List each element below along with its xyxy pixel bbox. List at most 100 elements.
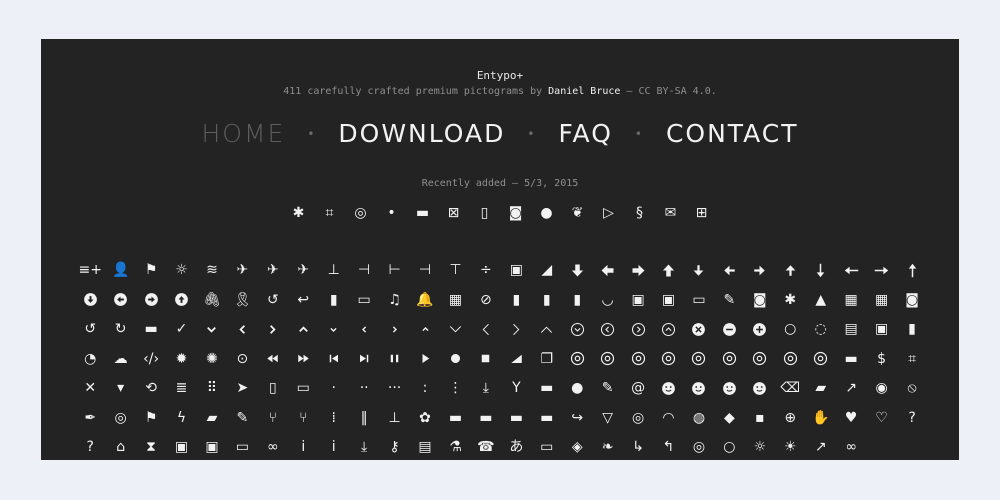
- info-icon[interactable]: i: [288, 438, 318, 456]
- export-icon[interactable]: ↗: [836, 379, 866, 397]
- creative-commons-public-domain-icon[interactable]: [714, 350, 744, 368]
- help-with-circle-icon[interactable]: ?: [75, 438, 105, 456]
- edit-icon[interactable]: ✎: [592, 379, 622, 397]
- add-to-list-icon[interactable]: ≡+: [75, 261, 105, 279]
- back-in-time-icon[interactable]: ↺: [258, 291, 288, 309]
- camera-icon[interactable]: ◙: [897, 291, 927, 309]
- author-link[interactable]: Daniel Bruce: [548, 86, 620, 97]
- arrow-bold-right-icon[interactable]: [623, 261, 653, 279]
- flow-tree-icon[interactable]: ⊥: [379, 409, 409, 427]
- controller-stop-icon[interactable]: [471, 350, 501, 368]
- forward-icon[interactable]: ↪: [562, 409, 592, 427]
- erase-icon[interactable]: ⌫: [775, 379, 805, 397]
- creative-commons-noderivs-icon[interactable]: [623, 350, 653, 368]
- fingerprint-icon[interactable]: ◎: [345, 204, 376, 222]
- creative-commons-icon[interactable]: [592, 350, 622, 368]
- flashlight-icon[interactable]: ▰: [197, 409, 227, 427]
- align-horizontal-middle-icon[interactable]: ⊣: [349, 261, 379, 279]
- dots-three-horizontal-icon[interactable]: ···: [379, 379, 409, 397]
- folder-video-icon[interactable]: ▬: [532, 409, 562, 427]
- chevron-thin-up-icon[interactable]: [532, 320, 562, 338]
- dots-two-vertical-icon[interactable]: :: [410, 379, 440, 397]
- arrow-left-icon[interactable]: [714, 261, 744, 279]
- hair-cross-icon[interactable]: ⊕: [775, 409, 805, 427]
- controller-record-icon[interactable]: [440, 350, 470, 368]
- back-icon[interactable]: ↩: [288, 291, 318, 309]
- credit-icon[interactable]: $: [866, 350, 896, 368]
- awareness-ribbon-icon[interactable]: 🎗: [227, 291, 257, 309]
- chevron-small-right-icon[interactable]: [379, 320, 409, 338]
- box-icon[interactable]: ▣: [623, 291, 653, 309]
- creative-commons-sharealike-icon[interactable]: [806, 350, 836, 368]
- hour-glass-icon[interactable]: ⧗: [136, 438, 166, 456]
- dial-pad-icon[interactable]: ⠿: [197, 379, 227, 397]
- bookmarks-icon[interactable]: ▮: [562, 291, 592, 309]
- crop-icon[interactable]: ⌗: [314, 204, 345, 222]
- air-icon[interactable]: ≋: [197, 261, 227, 279]
- aircraft-landing-icon[interactable]: ✈: [258, 261, 288, 279]
- compass-icon[interactable]: ⊙: [227, 350, 257, 368]
- adjust-icon[interactable]: ☼: [166, 261, 196, 279]
- documents-icon[interactable]: ▭: [288, 379, 318, 397]
- bar-graph-icon[interactable]: ▮: [319, 291, 349, 309]
- install-icon[interactable]: ⤓: [349, 438, 379, 456]
- controller-fast-forward-icon[interactable]: [288, 350, 318, 368]
- globe-icon[interactable]: ◍: [684, 409, 714, 427]
- arrow-bold-up-icon[interactable]: [653, 261, 683, 279]
- arrow-with-circle-down-icon[interactable]: [75, 291, 105, 309]
- align-left-icon[interactable]: ⊢: [379, 261, 409, 279]
- bucket-icon[interactable]: ◙: [745, 291, 775, 309]
- chevron-small-down-icon[interactable]: [319, 320, 349, 338]
- lifebuoy-icon[interactable]: ◎: [684, 438, 714, 456]
- flash-icon[interactable]: ϟ: [166, 409, 196, 427]
- chevron-right-icon[interactable]: [258, 320, 288, 338]
- creative-commons-noncommercial-eu-icon[interactable]: [653, 350, 683, 368]
- emoji-sad-icon[interactable]: [745, 379, 775, 397]
- cake-icon[interactable]: ▲: [806, 291, 836, 309]
- help-icon[interactable]: ?: [897, 409, 927, 427]
- direction-icon[interactable]: ➤: [227, 379, 257, 397]
- book-icon[interactable]: ▮: [501, 291, 531, 309]
- copy-icon[interactable]: ❐: [532, 350, 562, 368]
- chevron-with-circle-right-icon[interactable]: [623, 320, 653, 338]
- chevron-left-icon[interactable]: [227, 320, 257, 338]
- dots-three-vertical-icon[interactable]: ⋮: [440, 379, 470, 397]
- nav-faq[interactable]: FAQ: [558, 119, 612, 148]
- image-icon[interactable]: ▣: [166, 438, 196, 456]
- creative-commons-attribution-icon[interactable]: [562, 350, 592, 368]
- bug-icon[interactable]: ✱: [775, 291, 805, 309]
- add-user-icon[interactable]: 👤: [105, 261, 135, 279]
- line-graph-icon[interactable]: ↗: [806, 438, 836, 456]
- align-right-icon[interactable]: ⊣: [410, 261, 440, 279]
- arrow-with-circle-right-icon[interactable]: [136, 291, 166, 309]
- controller-jump-to-start-icon[interactable]: [319, 350, 349, 368]
- circle-with-minus-icon[interactable]: [714, 320, 744, 338]
- code-icon[interactable]: ‹/›: [136, 350, 166, 368]
- folder-images-icon[interactable]: ▬: [471, 409, 501, 427]
- cup-icon[interactable]: ▾: [105, 379, 135, 397]
- document-icon[interactable]: ▯: [258, 379, 288, 397]
- archive-icon[interactable]: ▣: [501, 261, 531, 279]
- devices-icon[interactable]: ▯: [469, 204, 500, 222]
- dot-single-icon[interactable]: ·: [319, 379, 349, 397]
- home-icon[interactable]: ⌂: [105, 438, 135, 456]
- briefcase-icon[interactable]: ▣: [653, 291, 683, 309]
- nav-contact[interactable]: CONTACT: [666, 119, 799, 148]
- bowl-icon[interactable]: ◡: [592, 291, 622, 309]
- drink-icon[interactable]: Y: [501, 379, 531, 397]
- attachment-icon[interactable]: 🖇: [197, 291, 227, 309]
- colours-icon[interactable]: ✺: [197, 350, 227, 368]
- game-controller-icon[interactable]: ◎: [623, 409, 653, 427]
- bookmark-icon[interactable]: ▮: [532, 291, 562, 309]
- apple-icon[interactable]: ●: [531, 204, 562, 222]
- emoji-happy-icon[interactable]: [684, 379, 714, 397]
- level-up-icon[interactable]: ↰: [653, 438, 683, 456]
- align-top-icon[interactable]: ⊤: [440, 261, 470, 279]
- id-card-icon[interactable]: ▬: [407, 204, 438, 222]
- arrow-bold-down-icon[interactable]: [562, 261, 592, 279]
- camera-off-icon[interactable]: ⊠: [438, 204, 469, 222]
- key-icon[interactable]: ⚷: [379, 438, 409, 456]
- arrow-with-circle-up-icon[interactable]: [166, 291, 196, 309]
- creative-commons-share-icon[interactable]: [775, 350, 805, 368]
- aircraft-icon[interactable]: ✈: [227, 261, 257, 279]
